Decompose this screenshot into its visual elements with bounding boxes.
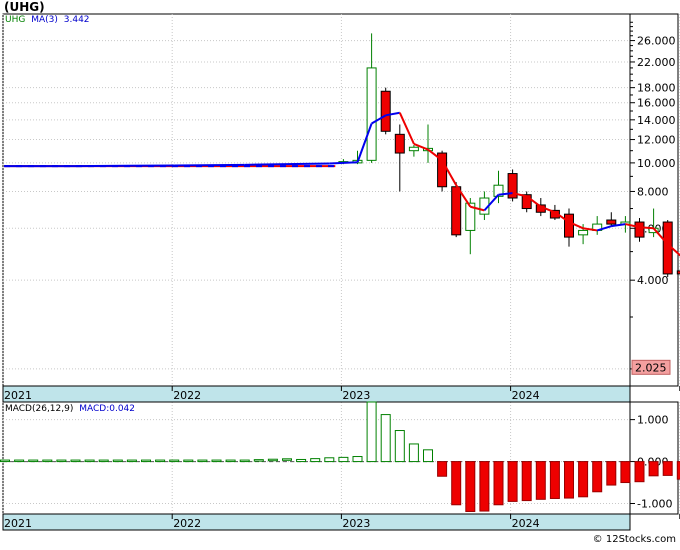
macd-bar-positive [169, 459, 180, 463]
macd-bar-positive [352, 456, 363, 463]
macd-bar-positive [155, 459, 166, 463]
macd-bar-positive [338, 456, 349, 463]
candle-up [408, 146, 419, 152]
date-band-label: 2024 [512, 517, 540, 530]
macd-bar-negative [479, 461, 490, 512]
chart-stage: 2.0004.0006.0008.00010.00012.00014.00016… [0, 0, 680, 546]
price-tick-label: 8.000 [637, 185, 669, 198]
macd-bar-positive [225, 459, 236, 463]
price-tick-label: 26.000 [637, 35, 676, 48]
price-tick-label: 4.000 [637, 274, 669, 287]
macd-bar-positive [84, 459, 95, 463]
macd-bar-positive [394, 430, 405, 463]
macd-bar-positive [141, 459, 151, 463]
candle-down [394, 133, 405, 154]
macd-tick-label: 1.000 [637, 414, 669, 427]
candle-down [606, 219, 617, 225]
macd-bar-positive [239, 459, 250, 463]
legend-ma-label: MA(3) [31, 15, 58, 25]
ma-segment [639, 226, 654, 230]
macd-bar-negative [592, 461, 603, 493]
date-band-label: 2023 [342, 389, 370, 402]
ticker-title: (UHG) [4, 0, 45, 14]
ma-segment [174, 163, 245, 167]
candle-down [380, 90, 391, 132]
legend-symbol: UHG [5, 15, 26, 25]
macd-bar-positive [0, 459, 10, 463]
macd-bar-negative [606, 461, 617, 486]
macd-bar-positive [14, 459, 25, 463]
macd-bar-negative [535, 461, 546, 500]
macd-bar-negative [564, 461, 574, 499]
price-tick-label: 16.000 [637, 97, 676, 110]
candle-down [564, 213, 574, 238]
macd-bar-positive [296, 458, 307, 463]
price-tick-label: 22.000 [637, 56, 676, 69]
macd-bar-negative [634, 461, 645, 483]
macd-legend: MACD(26,12,9) MACD:0.042 [5, 404, 135, 414]
stock-chart-svg: 2.0004.0006.0008.00010.00012.00014.00016… [0, 13, 680, 531]
date-band-label: 2024 [512, 389, 540, 402]
date-band-label: 2021 [4, 517, 32, 530]
site-credit: © 12Stocks.com [592, 534, 676, 545]
price-panel-frame [2, 13, 679, 387]
candle-down [451, 186, 462, 236]
macd-bar-positive [183, 459, 194, 463]
macd-bar-negative [620, 461, 631, 484]
candle-up [578, 229, 589, 236]
macd-bar-positive [310, 458, 321, 463]
macd-bar-negative [578, 461, 589, 498]
macd-tick-label: -1.000 [637, 498, 672, 511]
macd-legend-label: MACD(26,12,9) [5, 404, 74, 414]
macd-bar-positive [253, 459, 264, 462]
macd-bar-negative [521, 461, 532, 502]
macd-bar-negative [507, 461, 518, 502]
macd-bar-positive [324, 457, 335, 463]
date-band-label: 2022 [173, 517, 201, 530]
macd-bar-positive [408, 443, 419, 463]
price-tick-label: 10.000 [637, 157, 676, 170]
ma-segment [329, 161, 358, 165]
macd-bar-positive [366, 401, 377, 463]
macd-bar-positive [98, 459, 109, 463]
candle-down [634, 221, 645, 238]
price-tick-label: 14.000 [637, 114, 676, 127]
macd-bar-negative [549, 461, 560, 499]
macd-bar-negative [662, 461, 673, 476]
last-price-label: 2.025 [635, 361, 667, 374]
macd-bar-positive [112, 459, 123, 463]
macd-bar-positive [70, 459, 81, 463]
macd-legend-value: MACD:0.042 [79, 404, 136, 414]
ma-segment [244, 162, 330, 166]
price-tick-label: 18.000 [637, 82, 676, 95]
date-band-label: 2022 [173, 389, 201, 402]
macd-bar-positive [423, 449, 433, 463]
macd-bar-positive [211, 459, 222, 463]
macd-bar-negative [493, 461, 504, 506]
macd-bar-positive [28, 459, 39, 463]
macd-bar-negative [465, 461, 476, 512]
macd-bar-positive [126, 459, 137, 463]
ma-segment [75, 164, 175, 168]
macd-bar-negative [648, 461, 659, 477]
macd-bar-positive [197, 459, 208, 463]
macd-bar-negative [451, 461, 462, 506]
macd-bar-negative [437, 461, 448, 477]
macd-bar-positive [267, 458, 278, 462]
macd-bar-positive [42, 459, 53, 463]
macd-bar-positive [282, 458, 292, 461]
date-band-label: 2023 [342, 517, 370, 530]
candle-up [366, 67, 377, 161]
legend-ma-value: 3.442 [63, 15, 90, 25]
price-tick-label: 12.000 [637, 134, 676, 147]
date-band-label: 2021 [4, 389, 32, 402]
macd-bar-positive [56, 459, 67, 463]
macd-bar-positive [380, 414, 391, 463]
price-legend: UHG MA(3) 3.442 [5, 15, 90, 25]
